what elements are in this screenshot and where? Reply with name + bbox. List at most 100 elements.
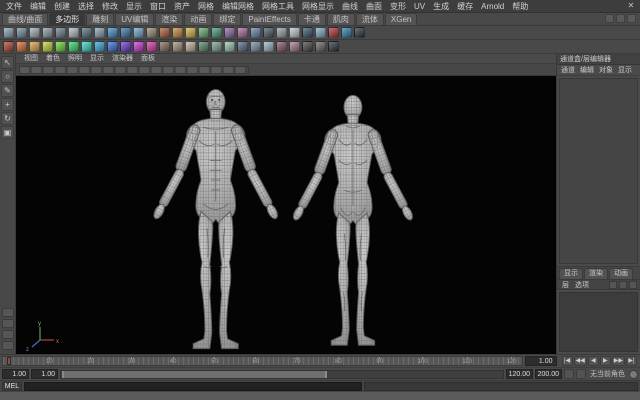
shelf-icon[interactable] bbox=[237, 41, 248, 52]
tool-button[interactable]: + bbox=[1, 98, 14, 111]
shelf-icon[interactable] bbox=[302, 27, 313, 38]
tool-button[interactable]: ↖ bbox=[1, 56, 14, 69]
shelf-icon[interactable] bbox=[211, 27, 222, 38]
menu-item[interactable]: 曲线 bbox=[338, 0, 362, 13]
shelf-icon[interactable] bbox=[68, 27, 79, 38]
shelf-tab[interactable]: UV编辑 bbox=[115, 13, 155, 25]
shelf-icon[interactable] bbox=[237, 27, 248, 38]
command-line-language-toggle[interactable]: MEL bbox=[2, 382, 22, 391]
menu-item[interactable]: 网格工具 bbox=[258, 0, 298, 13]
shelf-icon[interactable] bbox=[263, 27, 274, 38]
menu-item[interactable]: 曲面 bbox=[362, 0, 386, 13]
shelf-icon[interactable] bbox=[185, 41, 196, 52]
shelf-icon[interactable] bbox=[94, 27, 105, 38]
shelf-icon[interactable] bbox=[42, 27, 53, 38]
layout-four-view-button[interactable] bbox=[1, 319, 14, 328]
channel-box-menu-item[interactable]: 对象 bbox=[597, 65, 615, 75]
panel-menu-item[interactable]: 照明 bbox=[64, 54, 86, 64]
shelf-tab[interactable]: 卡通 bbox=[297, 13, 326, 25]
current-frame-field[interactable]: 1.00 bbox=[524, 356, 557, 366]
layer-editor-menu-item[interactable]: 选项 bbox=[573, 280, 591, 290]
shelf-tab[interactable]: PaintEffects bbox=[242, 13, 297, 25]
shelf-icon[interactable] bbox=[3, 41, 14, 52]
shelf-icon[interactable] bbox=[198, 27, 209, 38]
shelf-icon[interactable] bbox=[55, 27, 66, 38]
viewport-toolbar-icons[interactable] bbox=[19, 65, 249, 74]
shelf-icon[interactable] bbox=[55, 41, 66, 52]
playback-button[interactable]: |◀ bbox=[561, 356, 573, 366]
channel-box-menu-item[interactable]: 显示 bbox=[616, 65, 634, 75]
layer-editor-tab[interactable]: 显示 bbox=[559, 268, 583, 279]
shelf-icon[interactable] bbox=[133, 27, 144, 38]
shelf-icon[interactable] bbox=[328, 41, 339, 52]
shelf-icon[interactable] bbox=[315, 27, 326, 38]
shelf-icon[interactable] bbox=[120, 41, 131, 52]
playback-button[interactable]: ▶ bbox=[599, 356, 611, 366]
playback-end-field[interactable]: 120.00 bbox=[506, 369, 533, 379]
shelf-icon[interactable] bbox=[16, 41, 27, 52]
shelf-icon[interactable] bbox=[185, 27, 196, 38]
move-layer-up-icon[interactable] bbox=[609, 280, 617, 289]
menu-item[interactable]: 显示 bbox=[122, 0, 146, 13]
auto-keyframe-toggle[interactable] bbox=[629, 369, 638, 379]
layout-split-button[interactable] bbox=[1, 341, 14, 350]
shelf-tab[interactable]: 流体 bbox=[355, 13, 384, 25]
close-icon[interactable]: ✕ bbox=[624, 0, 638, 12]
shelf-icon[interactable] bbox=[3, 27, 14, 38]
menu-item[interactable]: 创建 bbox=[50, 0, 74, 13]
panel-menu-item[interactable]: 显示 bbox=[86, 54, 108, 64]
shelf-icon[interactable] bbox=[107, 27, 118, 38]
channel-box-menu-item[interactable]: 通道 bbox=[559, 65, 577, 75]
panel-menu-item[interactable]: 视图 bbox=[20, 54, 42, 64]
shelf-icon[interactable] bbox=[341, 27, 352, 38]
tool-button[interactable]: ✎ bbox=[1, 84, 14, 97]
layer-editor-tab[interactable]: 渲染 bbox=[584, 268, 608, 279]
menu-item[interactable]: 网格 bbox=[194, 0, 218, 13]
layout-single-button[interactable] bbox=[1, 308, 14, 317]
menu-item[interactable]: 变形 bbox=[386, 0, 410, 13]
animation-end-field[interactable]: 200.00 bbox=[535, 369, 562, 379]
menu-item[interactable]: 文件 bbox=[2, 0, 26, 13]
shelf-tab[interactable]: 渲染 bbox=[155, 13, 184, 25]
channel-box-menu-item[interactable]: 编辑 bbox=[578, 65, 596, 75]
shelf-icon[interactable] bbox=[120, 27, 131, 38]
shelf-tab[interactable]: 多边形 bbox=[49, 13, 86, 25]
time-slider[interactable]: 1102030405060708090100110120 bbox=[2, 356, 523, 366]
3d-viewport[interactable]: x y z bbox=[16, 76, 556, 354]
shelf-icon[interactable] bbox=[354, 27, 365, 38]
shelf-icon[interactable] bbox=[328, 27, 339, 38]
shelf-icon[interactable] bbox=[172, 41, 183, 52]
shelf-icon[interactable] bbox=[263, 41, 274, 52]
shelf-icon[interactable] bbox=[133, 41, 144, 52]
character-set-selector[interactable]: 无当前角色 bbox=[588, 369, 627, 379]
menu-item[interactable]: UV bbox=[410, 0, 429, 13]
shelf-icon[interactable] bbox=[16, 27, 27, 38]
shelf-tab[interactable]: 动画 bbox=[184, 13, 213, 25]
snap-grid-icon[interactable] bbox=[605, 14, 614, 23]
animation-start-field[interactable]: 1.00 bbox=[2, 369, 29, 379]
shelf-icon[interactable] bbox=[211, 41, 222, 52]
shelf-tab[interactable]: 曲线/曲面 bbox=[2, 13, 49, 25]
shelf-icon[interactable] bbox=[107, 41, 118, 52]
panel-menu-item[interactable]: 渲染器 bbox=[108, 54, 137, 64]
playback-button[interactable]: ▶▶ bbox=[611, 356, 625, 366]
shelf-icon[interactable] bbox=[224, 27, 235, 38]
shelf-icon[interactable] bbox=[276, 27, 287, 38]
layer-editor-tab[interactable]: 动画 bbox=[609, 268, 633, 279]
current-time-indicator[interactable] bbox=[7, 357, 11, 365]
shelf-icon[interactable] bbox=[146, 27, 157, 38]
tool-button[interactable]: ○ bbox=[1, 70, 14, 83]
model-front-figure[interactable] bbox=[150, 88, 281, 350]
shelf-icon[interactable] bbox=[81, 41, 92, 52]
snap-point-icon[interactable] bbox=[627, 14, 636, 23]
shelf-icon[interactable] bbox=[94, 41, 105, 52]
shelf-icon[interactable] bbox=[302, 41, 313, 52]
menu-item[interactable]: 帮助 bbox=[508, 0, 532, 13]
shelf-tab[interactable]: XGen bbox=[384, 13, 418, 25]
menu-item[interactable]: 选择 bbox=[74, 0, 98, 13]
shelf-icon[interactable] bbox=[250, 41, 261, 52]
range-slider-bar[interactable] bbox=[62, 370, 328, 378]
model-back-figure[interactable] bbox=[290, 94, 416, 346]
playback-button[interactable]: ◀◀ bbox=[573, 356, 587, 366]
playback-button[interactable]: ◀ bbox=[587, 356, 599, 366]
